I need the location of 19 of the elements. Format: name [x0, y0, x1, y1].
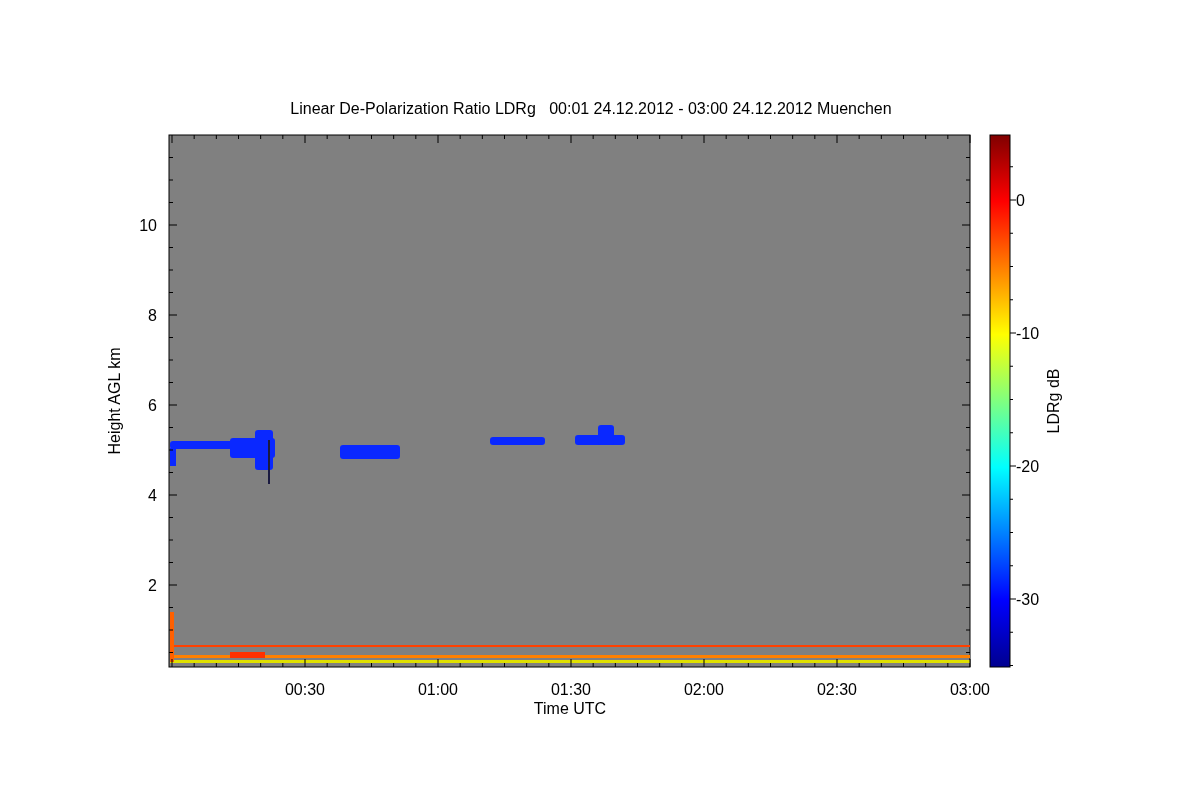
- x-axis-label: Time UTC: [533, 700, 607, 717]
- y-tick-label: 2: [148, 577, 157, 594]
- x-tick-label: 02:30: [817, 681, 857, 698]
- y-tick-label: 6: [148, 397, 157, 414]
- x-tick-label: 01:00: [418, 681, 458, 698]
- y-tick-label: 8: [148, 307, 157, 324]
- chart-title: Linear De-Polarization Ratio LDRg 00:01 24.12.2012 - 03:00 24.12.2012 Muenchen: [290, 100, 892, 117]
- y-tick-label: 4: [148, 487, 157, 504]
- y-axis-label: Height AGL km: [106, 347, 123, 455]
- x-tick-label: 03:00: [950, 681, 990, 698]
- colorbar-tick-label: 0: [1016, 192, 1025, 209]
- colorbar-tick-label: -30: [1016, 591, 1040, 608]
- colorbar-label: LDRg dB: [1045, 368, 1062, 434]
- y-tick-label: 10: [139, 217, 157, 234]
- x-tick-label: 00:30: [285, 681, 325, 698]
- colorbar-tick-label: -10: [1016, 325, 1040, 342]
- x-tick-label: 01:30: [551, 681, 591, 698]
- x-tick-label: 02:00: [684, 681, 724, 698]
- colorbar-tick-label: -20: [1016, 458, 1040, 475]
